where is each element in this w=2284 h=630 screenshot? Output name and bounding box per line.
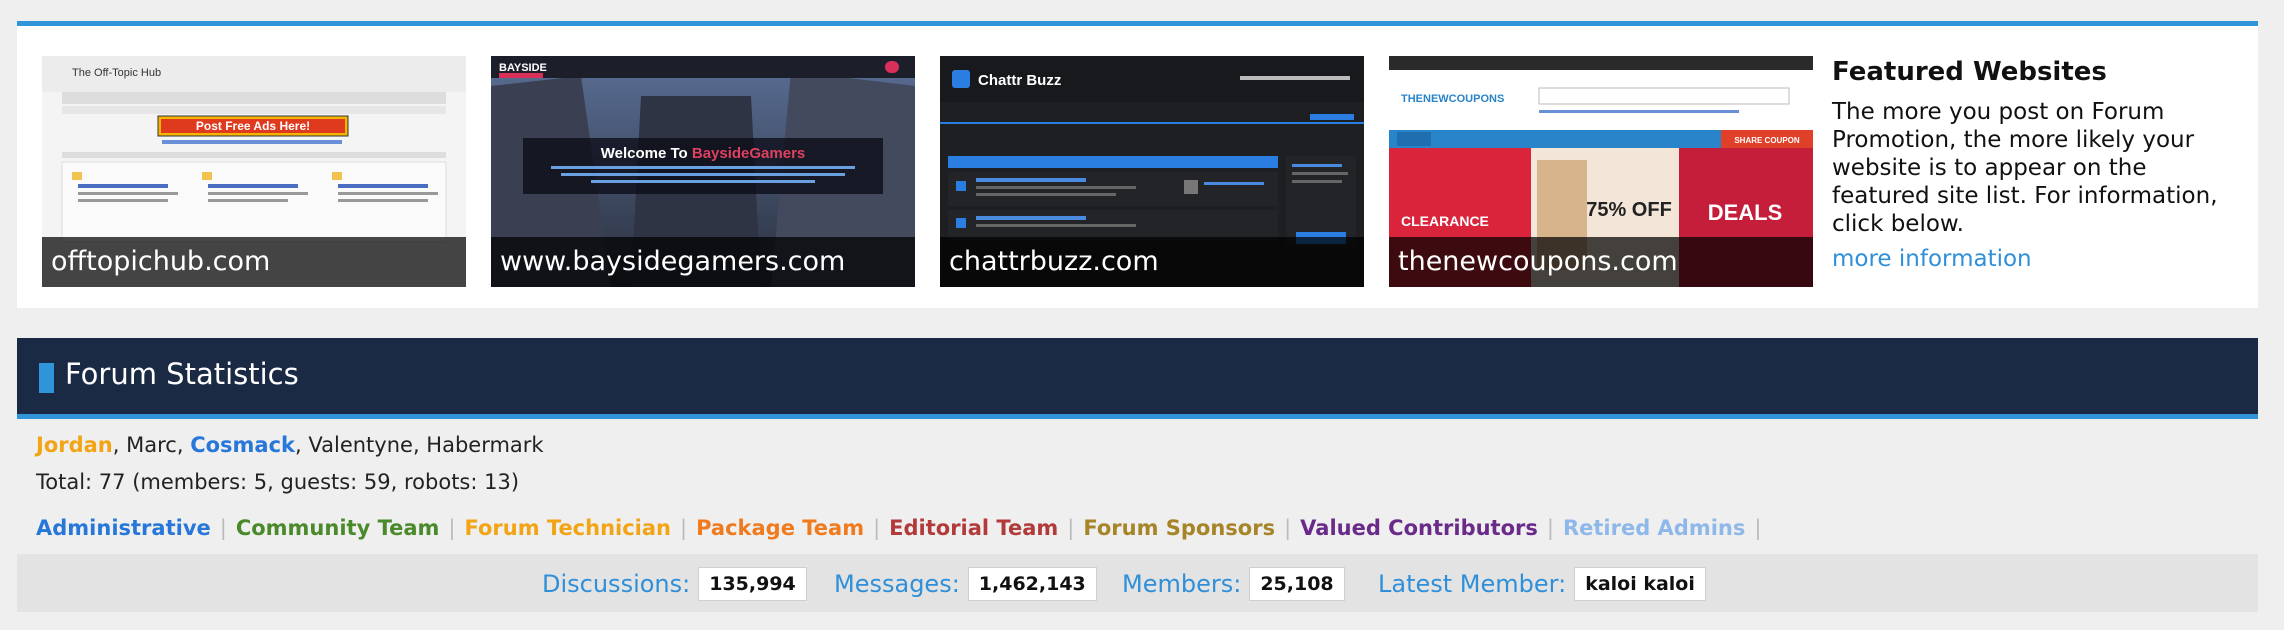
- messages-label: Messages:: [834, 570, 960, 598]
- legend-separator: |: [1754, 516, 1762, 540]
- thenewcoupons-clearance: CLEARANCE: [1401, 213, 1489, 229]
- legend-separator: |: [873, 516, 881, 540]
- legend-separator: |: [680, 516, 688, 540]
- legend-separator: |: [448, 516, 456, 540]
- legend-separator: |: [219, 516, 227, 540]
- bayside-logo: BAYSIDE: [499, 62, 547, 74]
- discussions-label: Discussions:: [542, 570, 691, 598]
- online-total: Total: 77 (members: 5, guests: 59, robot…: [36, 470, 520, 494]
- user-link-marc[interactable]: Marc: [126, 433, 177, 457]
- group-retired-admins[interactable]: Retired Admins: [1563, 516, 1745, 540]
- group-valued-contributors[interactable]: Valued Contributors: [1300, 516, 1538, 540]
- members-counter: Members: 25,108: [1122, 567, 1345, 601]
- featured-site-caption: www.baysidegamers.com: [491, 237, 915, 287]
- legend-separator: |: [1067, 516, 1075, 540]
- legend-separator: |: [1284, 516, 1292, 540]
- thenewcoupons-75off: 75% OFF: [1586, 199, 1672, 221]
- featured-site-thenewcoupons[interactable]: THENEWCOUPONS SHARE COUPON CLEARANCE 75%…: [1389, 56, 1813, 287]
- messages-value: 1,462,143: [967, 567, 1097, 601]
- thenewcoupons-share: SHARE COUPON: [1734, 136, 1800, 145]
- bayside-welcome-name: BaysideGamers: [692, 145, 805, 162]
- group-editorial-team[interactable]: Editorial Team: [889, 516, 1058, 540]
- user-link-jordan[interactable]: Jordan: [36, 433, 113, 457]
- legend-separator: |: [1546, 516, 1554, 540]
- offtopichub-site-name: The Off-Topic Hub: [72, 67, 161, 79]
- discussions-counter: Discussions: 135,994: [542, 567, 807, 601]
- featured-info: Featured Websites The more you post on F…: [1832, 56, 2247, 272]
- user-link-valentyne[interactable]: Valentyne: [308, 433, 413, 457]
- group-forum-technician[interactable]: Forum Technician: [464, 516, 671, 540]
- bayside-welcome-prefix: Welcome To: [601, 145, 692, 162]
- featured-websites-panel: The Off-Topic Hub Post Free Ads Here! of…: [17, 21, 2258, 308]
- latest-member-label: Latest Member:: [1378, 570, 1567, 598]
- members-value: 25,108: [1249, 567, 1345, 601]
- online-users-list: Jordan, Marc, Cosmack, Valentyne, Haberm…: [36, 433, 544, 457]
- user-link-cosmack[interactable]: Cosmack: [190, 433, 295, 457]
- thenewcoupons-deals: DEALS: [1708, 200, 1783, 225]
- featured-site-chattrbuzz[interactable]: Chattr Buzz chattrbuzz.com: [940, 56, 1364, 287]
- featured-description: The more you post on Forum Promotion, th…: [1832, 99, 2218, 237]
- forum-statistics-header: Forum Statistics: [17, 338, 2258, 419]
- featured-site-baysidegamers[interactable]: BAYSIDE Welcome To BaysideGamers www.bay…: [491, 56, 915, 287]
- featured-site-caption: offtopichub.com: [42, 237, 466, 287]
- section-marker: [39, 363, 54, 393]
- featured-site-offtopichub[interactable]: The Off-Topic Hub Post Free Ads Here! of…: [42, 56, 466, 287]
- usergroup-legend: Administrative | Community Team | Forum Tech…: [36, 513, 1770, 543]
- thenewcoupons-logo: THENEWCOUPONS: [1401, 93, 1504, 105]
- more-information-link[interactable]: more information: [1832, 246, 2247, 272]
- group-community-team[interactable]: Community Team: [236, 516, 440, 540]
- group-package-team[interactable]: Package Team: [696, 516, 864, 540]
- user-link-habermark[interactable]: Habermark: [426, 433, 543, 457]
- chattrbuzz-logo: Chattr Buzz: [978, 72, 1061, 89]
- featured-title: Featured Websites: [1832, 57, 2107, 87]
- latest-member-counter: Latest Member: kaloi kaloi: [1378, 567, 1706, 601]
- forum-statistics-title: Forum Statistics: [65, 357, 299, 391]
- forum-counters-bar: Discussions: 135,994 Messages: 1,462,143 M…: [17, 554, 2258, 612]
- group-administrative[interactable]: Administrative: [36, 516, 211, 540]
- discussions-value: 135,994: [698, 567, 807, 601]
- offtopichub-banner: Post Free Ads Here!: [196, 119, 310, 133]
- featured-site-caption: chattrbuzz.com: [940, 237, 1364, 287]
- bayside-welcome: Welcome To BaysideGamers: [601, 145, 806, 162]
- latest-member-link[interactable]: kaloi kaloi: [1574, 567, 1706, 601]
- messages-counter: Messages: 1,462,143: [834, 567, 1097, 601]
- featured-site-caption: thenewcoupons.com: [1389, 237, 1813, 287]
- members-label: Members:: [1122, 570, 1242, 598]
- group-forum-sponsors[interactable]: Forum Sponsors: [1083, 516, 1275, 540]
